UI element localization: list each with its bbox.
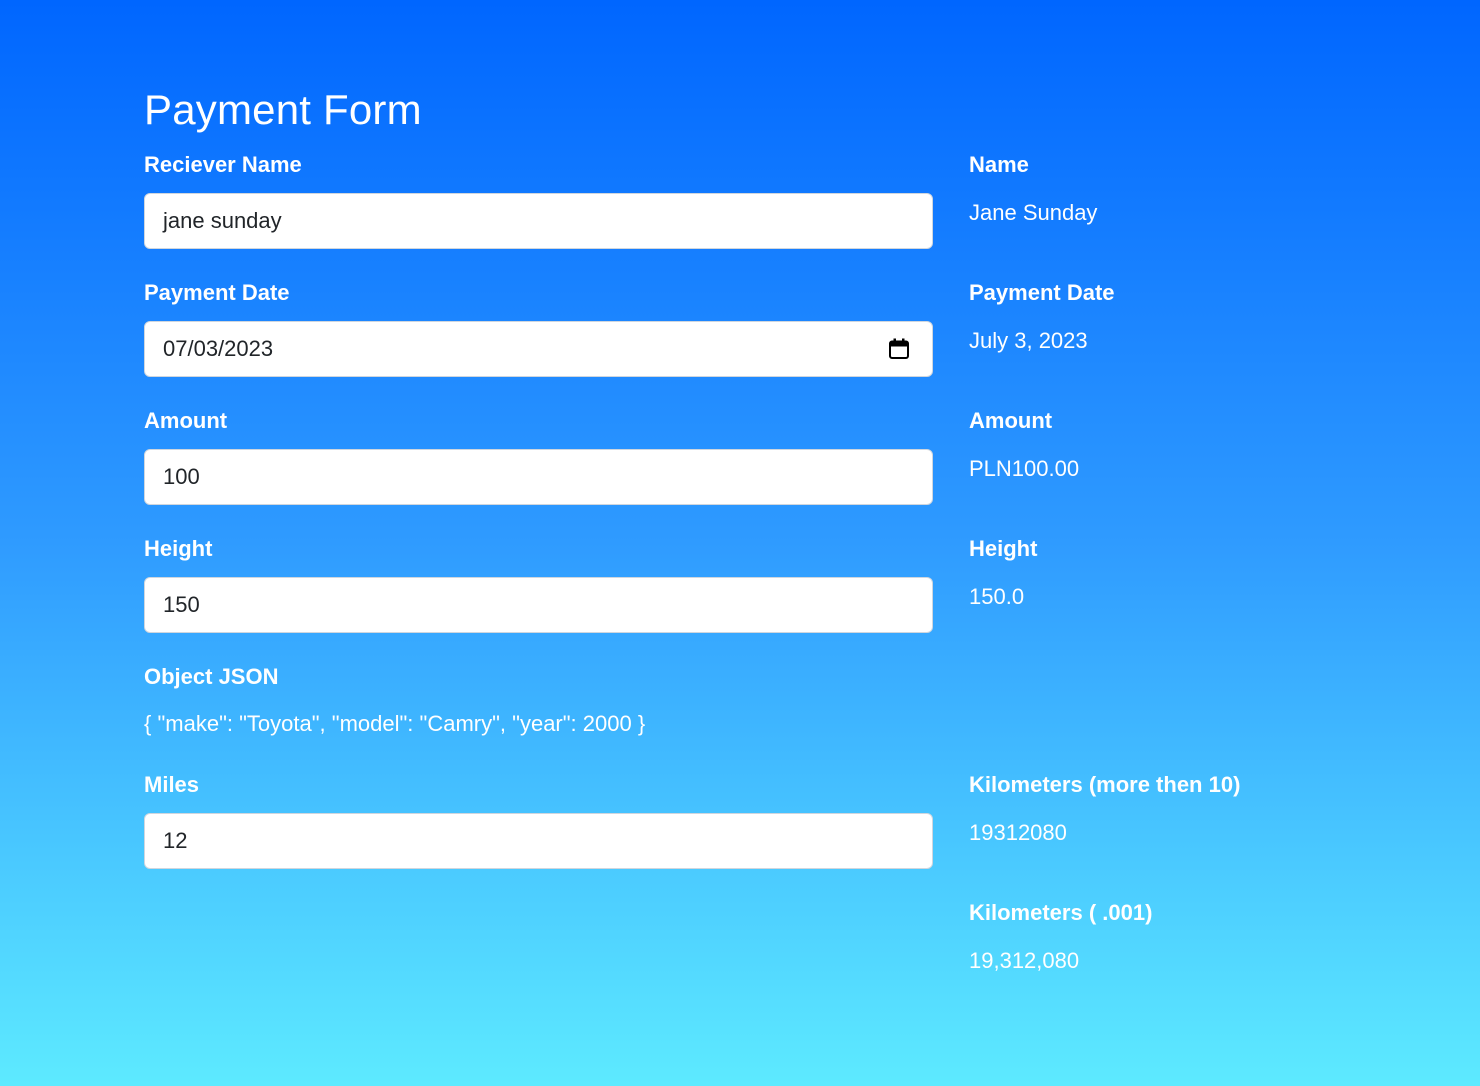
height-value: 150 bbox=[163, 592, 200, 617]
receiver-name-value: jane sunday bbox=[163, 208, 282, 233]
miles-value: 12 bbox=[163, 828, 188, 853]
receiver-name-label: Reciever Name bbox=[144, 152, 302, 177]
output-height-label: Height bbox=[969, 536, 1038, 561]
output-amount-value: PLN100.00 bbox=[969, 456, 1080, 481]
output-kilometers-001-value: 19,312,080 bbox=[969, 948, 1080, 973]
output-name-value: Jane Sunday bbox=[969, 200, 1098, 225]
output-kilometers-more-value: 19312080 bbox=[969, 820, 1067, 845]
amount-value: 100 bbox=[163, 464, 200, 489]
height-label: Height bbox=[144, 536, 213, 561]
output-name-label: Name bbox=[969, 152, 1029, 177]
payment-date-value: 07/03/2023 bbox=[163, 336, 274, 361]
object-json-text: { "make": "Toyota", "model": "Camry", "y… bbox=[144, 711, 646, 736]
height-input[interactable]: 150 bbox=[144, 577, 933, 633]
output-amount-label: Amount bbox=[969, 408, 1053, 433]
output-height-value: 150.0 bbox=[969, 584, 1025, 609]
output-payment-date-label: Payment Date bbox=[969, 280, 1115, 305]
object-json-label: Object JSON bbox=[144, 664, 279, 689]
amount-input[interactable]: 100 bbox=[144, 449, 933, 505]
output-payment-date-value: July 3, 2023 bbox=[969, 328, 1088, 353]
payment-date-input[interactable]: 07/03/2023 bbox=[144, 321, 933, 377]
calendar-icon[interactable] bbox=[888, 338, 910, 360]
payment-date-label: Payment Date bbox=[144, 280, 290, 305]
page-title: Payment Form bbox=[144, 86, 422, 133]
miles-input[interactable]: 12 bbox=[144, 813, 933, 869]
miles-label: Miles bbox=[144, 772, 200, 797]
output-kilometers-001-label: Kilometers ( .001) bbox=[969, 900, 1153, 925]
output-kilometers-more-label: Kilometers (more then 10) bbox=[969, 772, 1241, 797]
receiver-name-input[interactable]: jane sunday bbox=[144, 193, 933, 249]
amount-label: Amount bbox=[144, 408, 228, 433]
